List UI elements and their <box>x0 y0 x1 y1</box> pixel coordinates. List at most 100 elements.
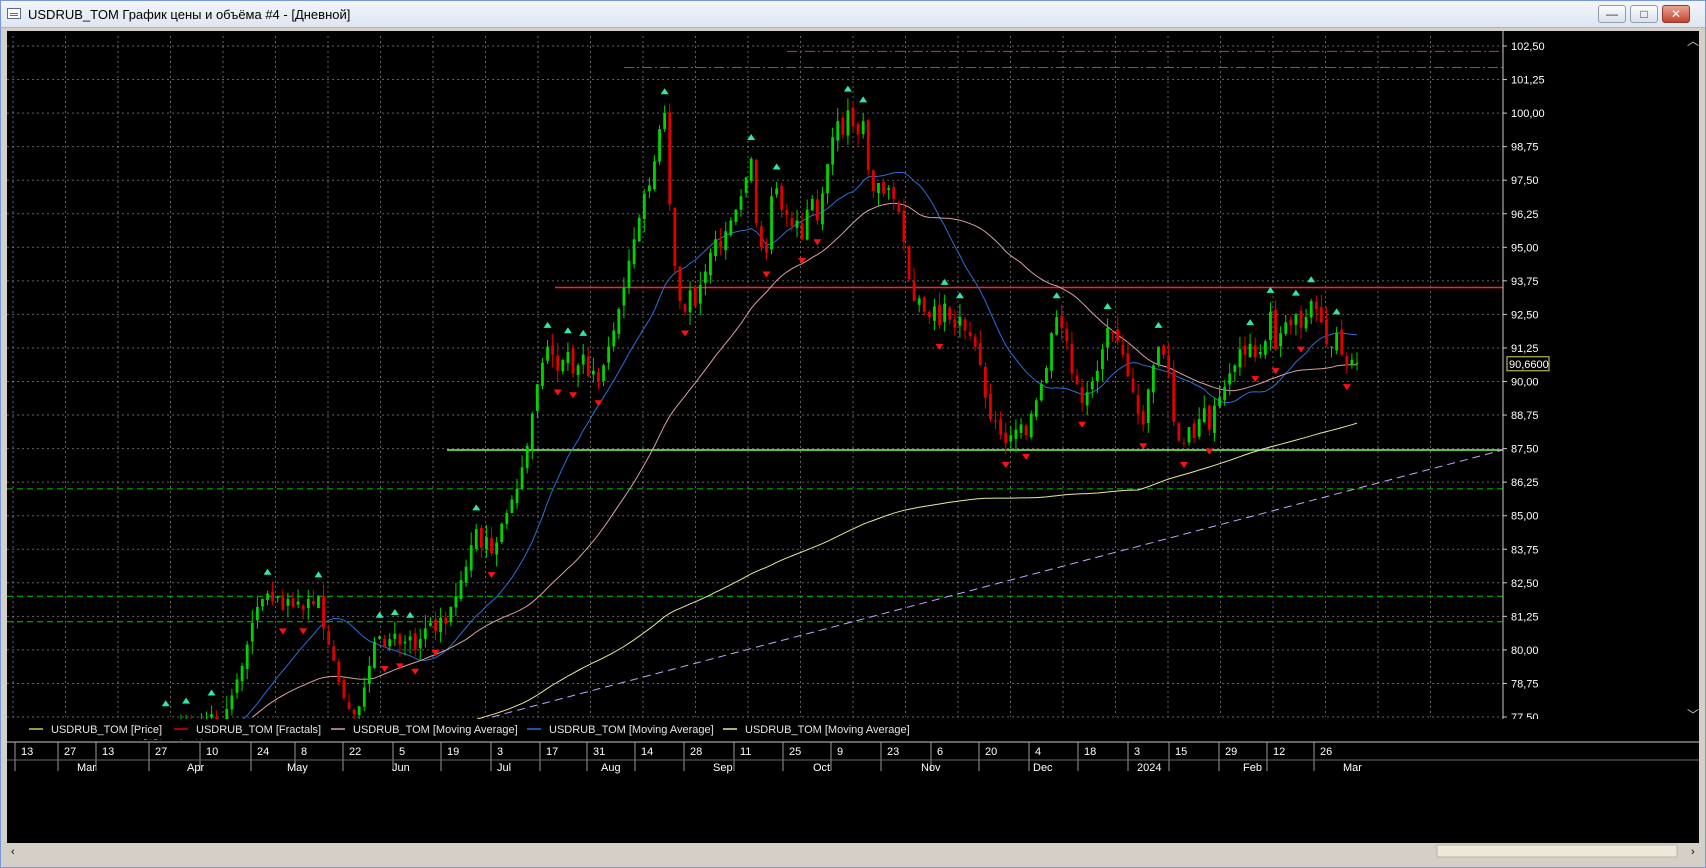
candle-body <box>444 617 448 624</box>
candle-body <box>709 252 712 276</box>
candle-body <box>948 307 952 320</box>
candle-body <box>973 336 977 347</box>
x-month-label: Nov <box>921 762 941 774</box>
y-tick-label: 81,25 <box>1511 611 1539 623</box>
fractal-down-marker <box>594 400 603 407</box>
fractal-up-marker <box>161 700 170 707</box>
x-day-label: 6 <box>937 746 943 758</box>
candle-body <box>978 343 982 366</box>
candle-body <box>744 177 748 193</box>
candle-body <box>775 188 779 195</box>
price-chart[interactable]: 102,50101,25100,0098,7597,5096,2595,0093… <box>7 31 1699 859</box>
trend-lines <box>491 449 1504 718</box>
candle-body <box>953 319 957 328</box>
x-day-label: 17 <box>546 746 558 758</box>
candle-body <box>1289 319 1293 326</box>
fractal-down-marker <box>380 666 389 673</box>
candle-body <box>1146 389 1150 424</box>
candle-body <box>1218 397 1221 407</box>
y-tick-label: 100,00 <box>1511 108 1545 120</box>
x-day-label: 12 <box>1273 746 1285 758</box>
candle-body <box>535 384 539 411</box>
y-tick-label: 88,75 <box>1511 410 1539 422</box>
candle-body <box>597 372 600 382</box>
candle-body <box>673 207 677 267</box>
candle-body <box>474 529 478 549</box>
y-tick-label: 95,00 <box>1511 242 1539 254</box>
x-day-label: 14 <box>641 746 653 758</box>
vertical-scroll-arrows[interactable]: ︿ ﹀ <box>1687 34 1699 722</box>
fractal-down-marker <box>762 271 771 278</box>
candle-body <box>322 595 325 629</box>
current-price-label: 90,6600 <box>1509 359 1549 371</box>
fractal-down-marker <box>1179 462 1188 469</box>
title-bar[interactable]: USDRUB_TOM График цены и объёма #4 - [Дн… <box>1 1 1705 28</box>
candle-body <box>1162 345 1165 355</box>
candle-body <box>551 345 555 355</box>
candle-body <box>943 303 947 323</box>
x-day-label: 22 <box>349 746 361 758</box>
x-day-label: 15 <box>1175 746 1187 758</box>
candle-body <box>851 107 855 127</box>
maximize-button[interactable]: □ <box>1630 5 1658 23</box>
x-day-label: 5 <box>399 746 405 758</box>
candle-body <box>1269 311 1272 341</box>
candle-body <box>632 239 636 265</box>
fractal-down-marker <box>681 330 689 337</box>
y-tick-label: 98,75 <box>1511 142 1539 154</box>
candle-body <box>1111 331 1115 334</box>
close-button[interactable]: ✕ <box>1662 5 1690 23</box>
candle-body <box>1248 343 1252 358</box>
scroll-up-arrow-icon[interactable]: ︿ <box>1687 34 1699 48</box>
fractal-down-marker <box>1001 462 1010 469</box>
scroll-left-arrow-icon[interactable]: ‹ <box>11 846 15 858</box>
candle-body <box>1335 333 1339 351</box>
candle-body <box>688 290 692 313</box>
horizontal-scrollbar[interactable]: ‹ › <box>7 843 1699 859</box>
x-month-label: Sep <box>713 762 733 774</box>
candle-body <box>1136 395 1140 414</box>
candle-body <box>658 129 661 162</box>
candle-body <box>1258 351 1262 355</box>
legend: USDRUB_TOM [Price] USDRUB_TOM [Fractals] U… <box>7 719 1699 739</box>
candle-body <box>403 641 407 644</box>
chart-area[interactable]: 102,50 101,25 100,00 98,75 97,50 96,25 95,00 93… <box>7 31 1699 859</box>
candle-body <box>327 631 331 645</box>
x-month-label: Oct <box>813 762 830 774</box>
scroll-down-arrow-icon[interactable]: ﹀ <box>1687 708 1699 722</box>
candle-body <box>994 420 997 422</box>
x-month-label: Jun <box>392 762 410 774</box>
x-day-label: 19 <box>447 746 459 758</box>
scrollbar-thumb[interactable] <box>1436 844 1678 858</box>
candle-body <box>281 595 285 610</box>
scroll-right-arrow-icon[interactable]: › <box>1691 846 1695 858</box>
candle-body <box>983 366 987 398</box>
minimize-button[interactable]: — <box>1598 5 1626 23</box>
candle-body <box>602 365 605 381</box>
candle-body <box>765 244 768 253</box>
candle-body <box>1284 322 1288 334</box>
candle-body <box>393 633 397 639</box>
candle-body <box>1182 443 1186 445</box>
fractal-up-marker <box>1052 292 1061 299</box>
candle-body <box>449 606 453 622</box>
candle-body <box>337 661 341 683</box>
candle-body <box>520 467 524 489</box>
candle-body <box>917 298 921 305</box>
candle-body <box>1345 356 1349 366</box>
candle-body <box>296 601 300 605</box>
candle-body <box>1009 435 1013 442</box>
candle-body <box>958 317 962 326</box>
fractal-down-marker <box>1022 453 1031 460</box>
candle-body <box>515 488 519 504</box>
legend-label: USDRUB_TOM [Price] <box>51 724 162 736</box>
fractal-down-marker <box>553 389 562 396</box>
candle-body <box>495 542 499 555</box>
fractal-up-marker <box>563 327 572 334</box>
x-day-label: 28 <box>690 746 702 758</box>
candle-body <box>693 287 697 307</box>
x-day-label: 3 <box>1134 746 1140 758</box>
y-tick-label: 86,25 <box>1511 477 1539 489</box>
fractal-up-marker <box>955 292 964 299</box>
candle-body <box>566 351 570 363</box>
